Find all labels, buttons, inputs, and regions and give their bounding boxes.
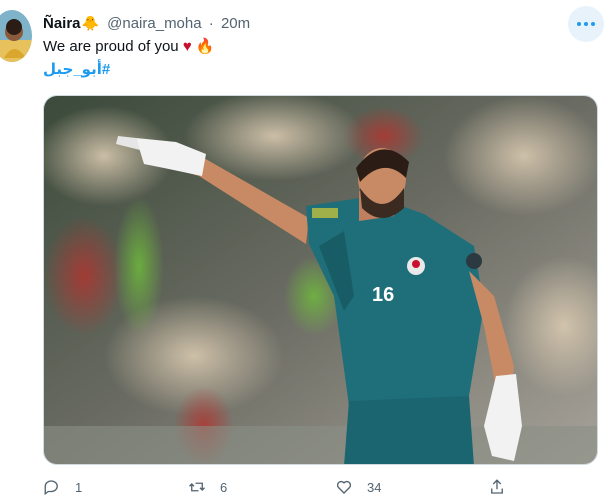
more-icon [577, 22, 595, 26]
chick-emoji: 🐥 [81, 15, 99, 31]
reply-icon [44, 480, 58, 496]
svg-text:16: 16 [372, 284, 394, 306]
tweet-body: We are proud of you [43, 38, 179, 55]
tweet-text: We are proud of you ♥ 🔥 [43, 37, 215, 57]
separator-dot: · [208, 15, 214, 32]
fire-emoji: 🔥 [195, 38, 215, 55]
tweet: Ñaira🐥 @naira_moha · 20m We are proud of… [0, 0, 615, 496]
display-name[interactable]: Ñaira [43, 15, 81, 32]
retweet-button[interactable]: 6 [188, 478, 227, 496]
timestamp[interactable]: 20m [221, 15, 250, 32]
tweet-header: Ñaira🐥 @naira_moha · 20m [43, 13, 250, 34]
like-icon [336, 480, 352, 494]
share-button[interactable] [488, 478, 506, 496]
retweet-count: 6 [220, 479, 228, 495]
hashtag-link[interactable]: #أبو_جبل [43, 60, 110, 80]
retweet-icon [189, 482, 205, 492]
heart-emoji: ♥ [182, 38, 192, 55]
goalkeeper-photo: 16 [44, 96, 597, 464]
tweet-photo[interactable]: 16 [43, 95, 598, 465]
share-icon [491, 479, 503, 494]
user-handle[interactable]: @naira_moha [107, 15, 201, 32]
like-count: 34 [367, 479, 382, 495]
action-bar: 1 6 34 [43, 478, 563, 498]
avatar[interactable] [0, 10, 32, 62]
reply-count: 1 [75, 479, 83, 495]
reply-button[interactable]: 1 [43, 478, 82, 496]
like-button[interactable]: 34 [335, 478, 381, 496]
more-button[interactable] [568, 6, 604, 42]
